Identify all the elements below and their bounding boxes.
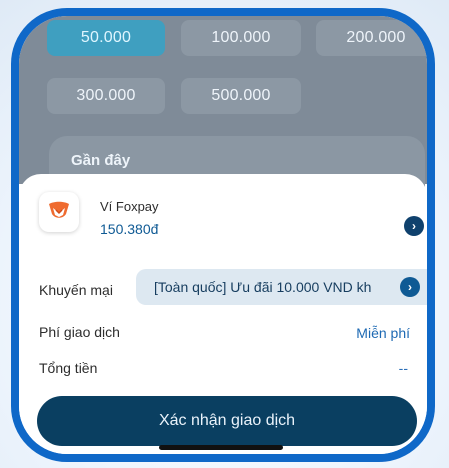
promo-selector[interactable]: [Toàn quốc] Ưu đãi 10.000 VND kh › <box>136 269 427 305</box>
amount-option-label: 50.000 <box>80 29 132 46</box>
wallet-name: Ví Foxpay <box>100 199 159 214</box>
amount-option-300000[interactable]: 300.000 <box>47 78 165 114</box>
confirm-transaction-button[interactable]: Xác nhận giao dịch <box>37 396 417 446</box>
fee-value: Miễn phí <box>356 325 410 341</box>
amount-option-500000[interactable]: 500.000 <box>181 78 301 114</box>
total-value: -- <box>398 360 408 376</box>
payment-sheet: Ví Foxpay 150.380đ › Khuyến mại [Toàn qu… <box>19 174 427 454</box>
wallet-chevron-right-icon[interactable]: › <box>404 216 424 236</box>
promo-text: [Toàn quốc] Ưu đãi 10.000 VND kh <box>154 279 372 295</box>
dimmed-background: 50.000 100.000 200.000 300.000 500.000 G… <box>19 16 427 198</box>
home-indicator <box>159 445 283 450</box>
fee-label: Phí giao dịch <box>39 324 120 340</box>
promo-chevron-right-icon[interactable]: › <box>400 277 420 297</box>
amount-option-label: 500.000 <box>211 87 271 104</box>
phone-frame: 50.000 100.000 200.000 300.000 500.000 G… <box>11 8 435 462</box>
amount-option-label: 300.000 <box>76 87 136 104</box>
amount-option-label: 100.000 <box>211 29 271 46</box>
amount-option-label: 200.000 <box>346 29 406 46</box>
foxpay-icon <box>49 201 69 218</box>
amount-option-200000[interactable]: 200.000 <box>316 20 427 56</box>
promo-label: Khuyến mại <box>39 282 113 298</box>
confirm-button-label: Xác nhận giao dịch <box>158 412 296 429</box>
recent-title: Gần đây <box>71 152 131 169</box>
amount-option-50000[interactable]: 50.000 <box>47 20 165 56</box>
foxpay-logo <box>39 192 79 232</box>
wallet-balance: 150.380đ <box>100 221 159 237</box>
amount-option-100000[interactable]: 100.000 <box>181 20 301 56</box>
total-label: Tổng tiền <box>39 360 98 376</box>
